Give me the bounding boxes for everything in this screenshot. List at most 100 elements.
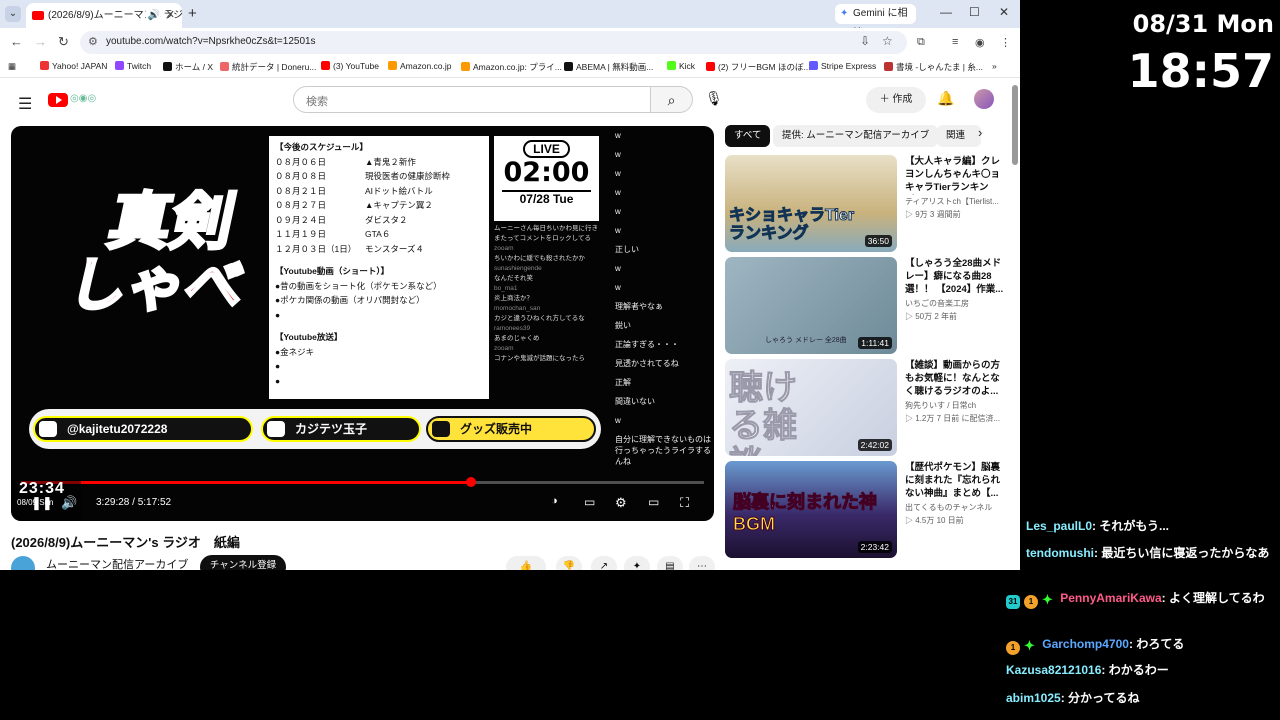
save-button[interactable]: ▤ — [657, 556, 683, 570]
recommendation-channel: ティアリストch【Tierlist... — [905, 197, 999, 206]
stream-chat-msg: sunashiengende なんだそれ笑 — [494, 265, 542, 282]
recommendation-meta: ▷ 1.2万 7 日前 に配信済... — [905, 414, 1001, 423]
share-button[interactable]: ↗ — [591, 556, 617, 570]
like-button[interactable]: 👍 — [506, 556, 546, 570]
search-input[interactable]: 検索 — [293, 86, 651, 113]
site-info-icon[interactable]: ⚙ — [88, 35, 98, 48]
schedule-row: １１月１９日 GTA６ — [275, 229, 391, 239]
recommendation-item[interactable]: しゃろう メドレー 全28曲 1:11:41 【しゃろう全28曲メドレー】癖にな… — [725, 257, 1010, 354]
gemini-button[interactable]: Gemini に相談 — [835, 4, 916, 39]
progress-fill — [21, 481, 472, 484]
speaker-icon[interactable]: 🔊 — [145, 3, 160, 28]
media-controls-icon[interactable]: ≡ — [952, 36, 958, 48]
settings-icon[interactable]: ⚙ — [615, 495, 627, 511]
tab-bar: ⌄ (2026/8/9)ムーニーマン's ラジオ 🔊 ✕ + Gemini に相… — [0, 0, 1020, 39]
twitter-pill: @kajitetu2072228 — [33, 416, 253, 442]
account-avatar[interactable] — [974, 89, 994, 109]
maximize-button[interactable]: ☐ — [969, 5, 980, 19]
minimize-button[interactable]: — — [940, 5, 952, 19]
bookmark-item[interactable]: Kick — [667, 61, 695, 71]
autoplay-toggle[interactable]: ◑ — [551, 495, 558, 507]
recommendation-item[interactable]: 脳裏に刻まれた神BGM 2:23:42 【歴代ポケモン】脳裏に刻まれた『忘れられ… — [725, 461, 1010, 558]
stream-chat-msg: ramonees39 あまのじゃくめ — [494, 325, 540, 342]
bits-badge-icon: 1 — [1006, 641, 1020, 655]
video-player[interactable]: 真剣 しゃべ 【今後のスケジュール】 ０８月０６日 ▲青鬼２新作 ０８月０８日 現役… — [11, 126, 714, 521]
recommendation-thumbnail[interactable]: キショキャラTierランキング 36:50 — [725, 155, 897, 252]
stream-chat-msg: momochan_san カジと違うひねくれ方してるな — [494, 305, 585, 322]
browser-menu-icon[interactable]: ⋮ — [1000, 36, 1011, 49]
clock-widget: 08/31 Mon 18:57 — [1047, 0, 1280, 100]
schedule-row: ０８月０６日 ▲青鬼２新作 — [275, 156, 416, 167]
video-title: (2026/8/9)ムーニーマン's ラジオ 紙編 — [11, 535, 240, 550]
reload-button[interactable]: ↻ — [58, 34, 69, 50]
bookmark-star-icon[interactable]: ☆ — [882, 34, 893, 48]
shorts-title: 【Youtube動画（ショート）】 — [275, 266, 390, 276]
voice-search-icon[interactable]: 🎙 — [705, 90, 723, 107]
bookmark-item[interactable]: (2) フリーBGM ほのぼ... — [706, 61, 811, 73]
install-icon[interactable]: ⇩ — [860, 34, 870, 48]
tab-active[interactable]: (2026/8/9)ムーニーマン's ラジオ 🔊 ✕ — [26, 3, 182, 28]
tab-search-button[interactable]: ⌄ — [5, 6, 21, 22]
bookmark-item[interactable]: 書境 -しゃんたま | 糸... — [884, 61, 983, 73]
bookmark-item[interactable]: Yahoo! JAPAN — [40, 61, 107, 71]
bits-badge-icon: 1 — [1024, 595, 1038, 609]
recommendation-channel: 狗先りいす / 日常ch — [905, 401, 977, 410]
pause-icon[interactable]: ❚❚ — [31, 495, 53, 511]
new-tab-button[interactable]: + — [188, 5, 197, 22]
bookmark-item[interactable]: ABEMA | 無料動画... — [564, 61, 653, 73]
volume-icon[interactable]: 🔊 — [61, 495, 77, 511]
back-button[interactable]: ← — [10, 34, 23, 49]
menu-icon[interactable]: ☰ — [18, 94, 32, 114]
bookmark-item[interactable]: Amazon.co.jp: プライ... — [461, 61, 562, 73]
duration-badge: 2:42:02 — [857, 439, 892, 451]
progress-scrubber[interactable] — [466, 477, 477, 487]
recommendation-item[interactable]: 聴ける雑談 2:42:02 【雑談】動画からの方もお気軽に！なんとなく聴けるラジ… — [725, 359, 1010, 456]
page-scrollbar[interactable] — [1012, 85, 1018, 165]
ask-button[interactable]: ✦ — [624, 556, 650, 570]
close-window-button[interactable]: ✕ — [999, 5, 1009, 19]
overlay-comment-column: w w w w w w 正しい w w 理解者やなぁ 鋭い 正論すぎる・・・ 見… — [615, 131, 711, 466]
live-label: LIVE — [523, 140, 570, 158]
recommendation-thumbnail[interactable]: 聴ける雑談 2:42:02 — [725, 359, 897, 456]
recommendation-thumbnail[interactable]: しゃろう メドレー 全28曲 1:11:41 — [725, 257, 897, 354]
youtube-logo[interactable] — [48, 93, 68, 107]
subscribe-button[interactable]: チャンネル登録 — [200, 555, 286, 570]
forward-button[interactable]: → — [34, 34, 47, 49]
shorts-item: ● — [275, 309, 281, 320]
recommendation-item[interactable]: キショキャラTierランキング 36:50 【大人キャラ編】クレヨンしんちゃんキ… — [725, 155, 1010, 252]
chip-related[interactable]: 関連 — [937, 125, 981, 147]
live-chat-overlay: Les_paulL0: それがもう... tendomushi: 最近ちい信に寝… — [1006, 510, 1280, 720]
recommendation-thumbnail[interactable]: 脳裏に刻まれた神BGM 2:23:42 — [725, 461, 897, 558]
chat-message: abim1025: 分かってるね — [1006, 691, 1140, 705]
theater-mode-icon[interactable]: ▭ — [648, 495, 659, 509]
create-button[interactable]: ＋ 作成 — [866, 87, 926, 113]
schedule-row: １２月０３日（1日） モンスターズ４ — [275, 243, 424, 254]
search-button[interactable]: ⌕ — [651, 86, 693, 113]
bookmark-item[interactable]: Amazon.co.jp — [388, 61, 452, 71]
url-field[interactable]: ⚙ youtube.com/watch?v=Npsrkhe0cZs&t=1250… — [80, 31, 907, 54]
bookmark-item[interactable]: ホーム / X — [163, 61, 213, 73]
channel-name[interactable]: ムーニーマン配信アーカイブ — [46, 556, 188, 570]
chip-all[interactable]: すべて — [725, 125, 771, 147]
notifications-icon[interactable]: 🔔 — [937, 90, 954, 107]
chevron-right-icon[interactable]: › — [978, 125, 982, 140]
bookmark-item[interactable]: 統計データ | Doneru... — [220, 61, 316, 73]
subtitles-icon[interactable]: ▭ — [584, 495, 595, 509]
bookmark-item[interactable]: Twitch — [115, 61, 151, 71]
stream-chat-msg: ムーニーさん毎日ちいかわ見に行きまたってコメントをロックしてる — [494, 225, 598, 242]
more-actions-button[interactable]: ⋯ — [689, 556, 715, 570]
dislike-button[interactable]: 👎 — [556, 556, 582, 570]
channel-avatar[interactable] — [11, 556, 35, 570]
profile-icon[interactable]: ◉ — [975, 36, 985, 49]
chip-channel[interactable]: 提供: ムーニーマン配信アーカイブ — [773, 125, 939, 147]
apps-grid-icon[interactable]: ▦ — [8, 61, 16, 72]
bookmark-item[interactable]: (3) YouTube — [321, 61, 379, 71]
tab-close-icon[interactable]: ✕ — [166, 3, 175, 28]
bookmark-item[interactable]: Stripe Express — [809, 61, 876, 71]
extensions-icon[interactable]: ⧉ — [917, 36, 925, 49]
schedule-row: ０８月０８日 現役医者の健康診断枠 — [275, 171, 451, 181]
fullscreen-icon[interactable]: ⛶ — [680, 495, 689, 511]
bookmarks-overflow-icon[interactable]: » — [992, 61, 997, 71]
progress-bar[interactable] — [21, 477, 704, 487]
schedule-title: 【今後のスケジュール】 — [275, 142, 368, 152]
